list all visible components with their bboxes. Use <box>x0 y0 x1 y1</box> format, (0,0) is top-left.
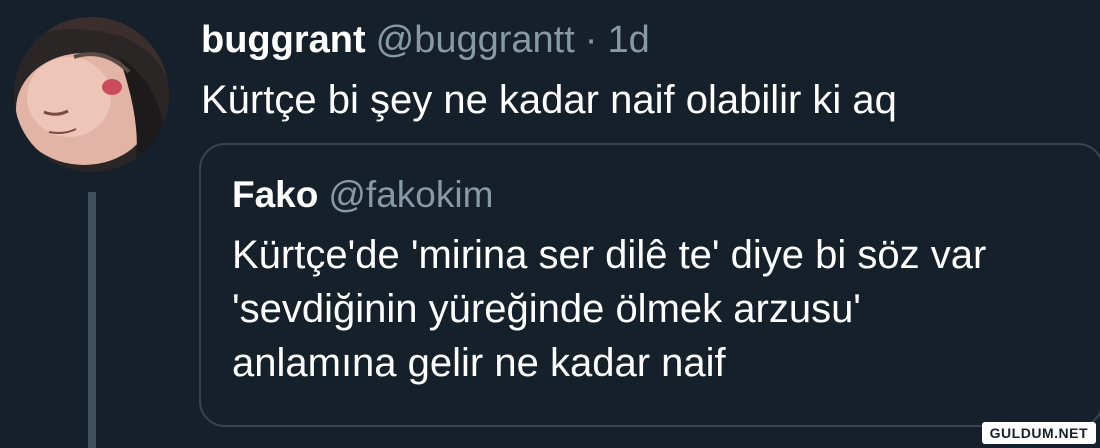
tweet-text: Kürtçe bi şey ne kadar naif olabilir ki … <box>201 78 897 122</box>
quoted-text-line: anlamına gelir ne kadar naif <box>232 341 726 385</box>
quoted-tweet-header: Fako @fakokim <box>232 173 493 217</box>
tweet-card[interactable]: buggrant @buggrantt · 1d Kürtçe bi şey ne k… <box>0 0 1100 448</box>
quoted-author-handle: @fakokim <box>328 174 494 215</box>
avatar[interactable] <box>14 17 169 172</box>
quoted-author-name: Fako <box>232 174 319 215</box>
quoted-tweet-text: Kürtçe'de 'mirina ser dilê te' diye bi s… <box>232 228 986 390</box>
tweet-header: buggrant @buggrantt · 1d <box>201 18 650 62</box>
tweet-time[interactable]: 1d <box>607 19 649 61</box>
author-name[interactable]: buggrant <box>201 19 366 61</box>
quoted-text-line: Kürtçe'de 'mirina ser dilê te' diye bi s… <box>232 233 987 277</box>
quoted-tweet[interactable]: Fako @fakokim Kürtçe'de 'mirina ser dilê … <box>199 143 1100 427</box>
quoted-text-line: 'sevdiğinin yüreğinde ölmek arzusu' <box>232 287 861 331</box>
thread-line <box>88 192 96 448</box>
author-handle[interactable]: @buggrantt <box>376 19 575 61</box>
watermark: GULDUM.NET <box>981 422 1096 444</box>
profile-photo-icon <box>14 17 169 172</box>
header-separator: · <box>584 19 598 61</box>
